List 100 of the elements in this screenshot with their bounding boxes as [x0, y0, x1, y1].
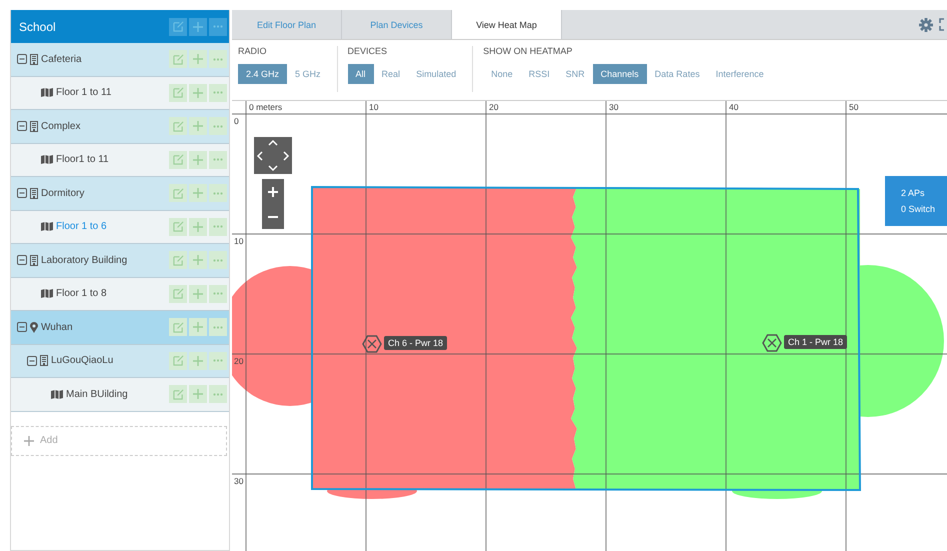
more-button[interactable]	[209, 84, 227, 102]
edit-icon	[172, 21, 184, 32]
more-button[interactable]	[209, 150, 227, 169]
filter-option[interactable]: Channels	[592, 64, 647, 84]
more-button[interactable]	[209, 251, 227, 270]
settings-icon[interactable]	[919, 18, 933, 32]
more-button[interactable]	[209, 117, 227, 136]
tree-item-label: Floor 1 to 6	[56, 221, 107, 232]
collapse-icon[interactable]	[27, 356, 37, 366]
map-icon	[41, 289, 53, 298]
edit-button[interactable]	[169, 284, 187, 303]
edit-button[interactable]	[169, 352, 187, 370]
add-item-button[interactable]: Add	[11, 426, 227, 456]
tree-item[interactable]: Cafeteria	[11, 43, 229, 76]
plus-icon	[193, 222, 203, 232]
edit-button[interactable]	[169, 84, 187, 102]
ruler-label: 0	[234, 116, 239, 126]
add-button[interactable]	[189, 352, 207, 370]
tree-item-label: Complex	[41, 120, 80, 132]
tree-item[interactable]: Floor1 to 11	[11, 144, 229, 177]
more-icon	[213, 91, 223, 94]
add-button[interactable]	[189, 385, 207, 404]
add-button[interactable]	[189, 84, 207, 102]
tree-item[interactable]: Floor 1 to 8	[11, 278, 229, 311]
tab[interactable]: View Heat Map	[452, 10, 562, 39]
add-button[interactable]	[189, 284, 207, 303]
map-icon	[41, 222, 53, 232]
building-icon	[30, 54, 38, 65]
more-icon	[213, 192, 223, 195]
add-button[interactable]	[189, 251, 207, 270]
add-button[interactable]	[189, 150, 207, 169]
map-icon	[41, 88, 53, 98]
filter-option[interactable]: None	[483, 64, 521, 84]
edit-button[interactable]	[169, 184, 187, 202]
tree-item[interactable]: Floor 1 to 6	[11, 210, 229, 244]
plus-icon	[193, 154, 203, 165]
add-button[interactable]	[189, 18, 207, 36]
ruler-label: 40	[729, 102, 738, 112]
tree-item[interactable]: Dormitory	[11, 177, 229, 210]
add-button[interactable]	[189, 318, 207, 336]
more-button[interactable]	[209, 50, 227, 68]
add-button[interactable]	[189, 117, 207, 136]
filter-option[interactable]: SNR	[558, 64, 593, 84]
building-icon	[30, 254, 38, 266]
edit-icon	[172, 221, 184, 232]
edit-icon	[172, 54, 184, 65]
filter-option[interactable]: 2.4 GHz	[238, 64, 288, 84]
filter-option[interactable]: Simulated	[408, 64, 464, 84]
ruler-label: 30	[609, 102, 618, 112]
plus-icon	[193, 389, 203, 400]
more-button[interactable]	[209, 385, 227, 404]
filter-option[interactable]: RSSI	[520, 64, 558, 84]
add-button[interactable]	[189, 218, 207, 236]
building-icon	[30, 188, 38, 199]
more-button[interactable]	[209, 18, 227, 36]
edit-button[interactable]	[169, 50, 187, 68]
plus-icon	[193, 121, 203, 132]
more-icon	[213, 225, 223, 228]
filter-option[interactable]: Real	[374, 64, 408, 84]
more-button[interactable]	[209, 184, 227, 202]
more-icon	[213, 158, 223, 162]
edit-button[interactable]	[169, 251, 187, 270]
edit-icon	[172, 322, 184, 333]
edit-button[interactable]	[169, 117, 187, 136]
tree-item[interactable]: Laboratory Building	[11, 244, 229, 278]
tree-item[interactable]: LuGouQiaoLu	[11, 344, 229, 378]
edit-icon	[172, 87, 184, 98]
add-button[interactable]	[189, 50, 207, 68]
collapse-icon[interactable]	[17, 188, 27, 198]
tree-item[interactable]: Main BUilding	[11, 378, 229, 412]
tree-item[interactable]: Floor 1 to 11	[11, 76, 229, 110]
edit-button[interactable]	[169, 385, 187, 404]
edit-button[interactable]	[169, 218, 187, 236]
ruler-label: 30	[234, 476, 244, 486]
more-button[interactable]	[209, 352, 227, 370]
tree-item[interactable]: Wuhan	[11, 311, 229, 344]
access-point-icon[interactable]	[362, 335, 382, 353]
more-button[interactable]	[209, 284, 227, 303]
edit-button[interactable]	[169, 318, 187, 336]
more-button[interactable]	[209, 318, 227, 336]
edit-button[interactable]	[169, 150, 187, 169]
more-button[interactable]	[209, 218, 227, 236]
filter-option[interactable]: 5 GHz	[287, 64, 329, 84]
sidebar-title: School	[19, 20, 56, 34]
more-icon	[213, 359, 223, 362]
collapse-icon[interactable]	[17, 54, 27, 64]
add-button[interactable]	[189, 184, 207, 202]
tree-item-label: Laboratory Building	[41, 254, 128, 266]
collapse-icon[interactable]	[17, 255, 27, 266]
edit-button[interactable]	[169, 18, 187, 36]
tree-item-label: Floor1 to 11	[56, 154, 109, 166]
pan-control[interactable]	[254, 137, 292, 174]
access-point-icon[interactable]	[762, 334, 782, 352]
filter-option[interactable]: All	[348, 64, 374, 84]
collapse-icon[interactable]	[17, 121, 27, 132]
collapse-icon[interactable]	[17, 322, 27, 332]
fullscreen-icon[interactable]	[939, 18, 945, 31]
tree-item[interactable]: Complex	[11, 110, 229, 144]
filter-option[interactable]: Data Rates	[646, 64, 708, 84]
filter-option[interactable]: Interference	[708, 64, 772, 84]
